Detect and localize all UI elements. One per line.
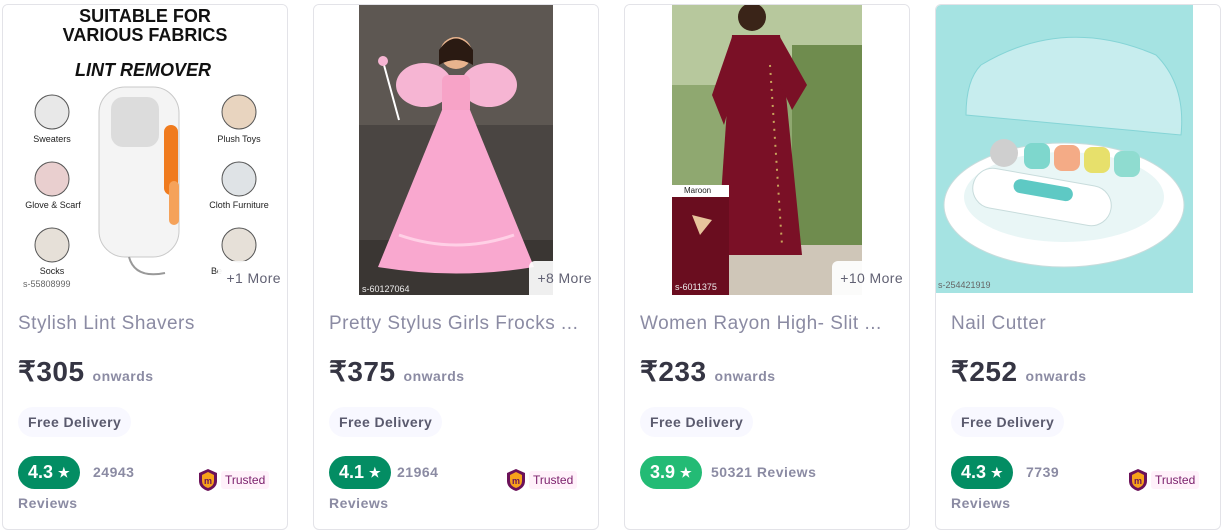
price-suffix: onwards [403, 368, 465, 384]
star-icon: ★ [680, 464, 692, 480]
trusted-label: Trusted [529, 471, 578, 489]
product-title[interactable]: Nail Cutter [951, 313, 1213, 335]
label-glove-scarf: Glove & Scarf [25, 200, 81, 210]
rating-value: 4.3 [961, 462, 987, 482]
free-delivery-badge: Free Delivery [640, 407, 754, 437]
free-delivery-badge: Free Delivery [951, 407, 1065, 437]
sku-label: s-55808999 [23, 279, 71, 289]
price-row: ₹252 onwards [951, 355, 1087, 388]
product-title[interactable]: Stylish Lint Shavers [18, 313, 280, 335]
label-cloth-furniture: Cloth Furniture [209, 200, 269, 210]
star-icon: ★ [58, 464, 70, 480]
svg-text:m: m [1134, 476, 1142, 486]
sku-label: s-254421919 [938, 280, 991, 290]
nail-cutter-photo [936, 5, 1193, 293]
reviews-count: 50321 Reviews [711, 464, 817, 480]
product-price: ₹375 [329, 356, 396, 387]
price-suffix: onwards [92, 368, 154, 384]
product-card-girls-frock[interactable]: s-60127064 +8 More Pretty Stylus Girls F… [313, 4, 599, 530]
product-card-rayon-kurta[interactable]: Maroon s-6011375 +10 More Women Rayon Hi… [624, 4, 910, 530]
reviews-count: 24943 [93, 464, 135, 480]
trusted-shield-icon: m [1129, 469, 1147, 491]
price-suffix: onwards [1025, 368, 1087, 384]
svg-text:m: m [204, 476, 212, 486]
reviews-label: Reviews [329, 495, 389, 511]
rayon-kurta-photo: Maroon [672, 5, 862, 295]
free-delivery-badge: Free Delivery [329, 407, 443, 437]
svg-text:m: m [512, 476, 520, 486]
product-image[interactable]: Maroon s-6011375 +10 More [625, 5, 909, 295]
star-icon: ★ [991, 464, 1003, 480]
product-card-nail-cutter[interactable]: s-254421919 Nail Cutter ₹252 onwards Fre… [935, 4, 1221, 530]
image-headline-2: VARIOUS FABRICS [63, 25, 228, 45]
trusted-badge: m Trusted [199, 469, 270, 491]
product-image[interactable]: SUITABLE FOR VARIOUS FABRICS LINT REMOVE… [3, 5, 287, 295]
rating-badge: 3.9 ★ [640, 456, 702, 489]
rating-value: 4.3 [28, 462, 54, 482]
rating-value: 4.1 [339, 462, 365, 482]
rating-value: 3.9 [650, 462, 676, 482]
rating-badge: 4.3 ★ [18, 456, 80, 489]
image-headline-1: SUITABLE FOR [79, 6, 211, 26]
reviews-count: 21964 [397, 464, 439, 480]
label-socks: Socks [40, 266, 65, 276]
product-title[interactable]: Pretty Stylus Girls Frocks ... [329, 313, 591, 335]
image-subhead: LINT REMOVER [75, 60, 211, 80]
more-variants-badge[interactable]: +10 More [832, 261, 909, 295]
trusted-shield-icon: m [507, 469, 525, 491]
product-price: ₹233 [640, 356, 707, 387]
product-title[interactable]: Women Rayon High- Slit ... [640, 313, 902, 335]
more-variants-badge[interactable]: +8 More [529, 261, 598, 295]
trusted-shield-icon: m [199, 469, 217, 491]
product-card-lint-shaver[interactable]: SUITABLE FOR VARIOUS FABRICS LINT REMOVE… [2, 4, 288, 530]
rating-badge: 4.3 ★ [951, 456, 1013, 489]
product-image[interactable]: s-254421919 [936, 5, 1220, 295]
product-image[interactable]: s-60127064 +8 More [314, 5, 598, 295]
price-row: ₹305 onwards [18, 355, 154, 388]
swatch-label: Maroon [684, 186, 711, 195]
free-delivery-badge: Free Delivery [18, 407, 132, 437]
price-row: ₹375 onwards [329, 355, 465, 388]
reviews-label: Reviews [18, 495, 78, 511]
price-suffix: onwards [714, 368, 776, 384]
label-plush-toys: Plush Toys [217, 134, 261, 144]
reviews-label: Reviews [951, 495, 1011, 511]
price-row: ₹233 onwards [640, 355, 776, 388]
trusted-label: Trusted [221, 471, 270, 489]
girls-frock-photo [359, 5, 553, 295]
trusted-label: Trusted [1151, 471, 1200, 489]
rating-badge: 4.1 ★ [329, 456, 391, 489]
lint-remover-photo: SUITABLE FOR VARIOUS FABRICS LINT REMOVE… [19, 5, 271, 295]
trusted-badge: m Trusted [1129, 469, 1200, 491]
product-price: ₹305 [18, 356, 85, 387]
more-variants-badge[interactable]: +1 More [218, 261, 287, 295]
sku-label: s-6011375 [675, 282, 717, 292]
product-price: ₹252 [951, 356, 1018, 387]
star-icon: ★ [369, 464, 381, 480]
reviews-count: 7739 [1026, 464, 1060, 480]
trusted-badge: m Trusted [507, 469, 578, 491]
product-grid: SUITABLE FOR VARIOUS FABRICS LINT REMOVE… [0, 0, 1225, 532]
label-sweaters: Sweaters [33, 134, 71, 144]
sku-label: s-60127064 [362, 284, 410, 294]
